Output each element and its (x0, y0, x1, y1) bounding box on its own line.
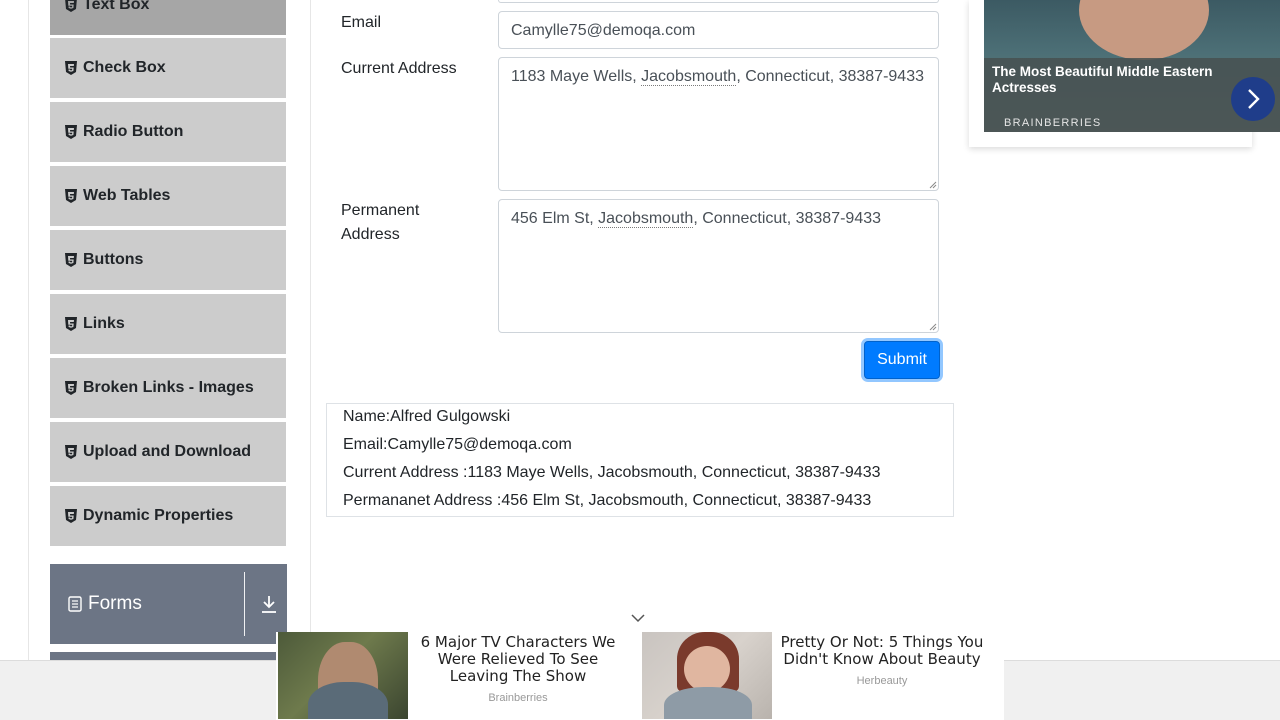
menu-item-label: Radio Button (83, 123, 184, 140)
menu-item-label: Web Tables (83, 187, 171, 204)
resize-handle-icon[interactable] (929, 181, 937, 189)
menu-item-label: Dynamic Properties (83, 507, 234, 524)
output-permanent-address: Permananet Address :456 Elm St, Jacobsmo… (343, 492, 872, 509)
bottom-ad-text-2[interactable]: Pretty Or Not: 5 Things You Didn't Know … (774, 634, 990, 668)
group-header-forms[interactable]: Forms (50, 564, 287, 644)
html5-icon (65, 445, 77, 459)
group-divider (244, 572, 245, 636)
menu-item-label: Buttons (83, 251, 144, 268)
menu-item-radio-button[interactable]: Radio Button (50, 100, 286, 162)
menu-item-dynamic-properties[interactable]: Dynamic Properties (50, 484, 286, 546)
group-label: Forms (88, 593, 142, 614)
sidebar-divider (310, 0, 311, 720)
submit-button[interactable]: Submit (864, 341, 940, 379)
bottom-ad-text-1[interactable]: 6 Major TV Characters We Were Relieved T… (410, 634, 626, 685)
bottom-ad-image-2[interactable] (642, 632, 772, 719)
html5-icon (65, 509, 77, 523)
chevron-right-icon (1248, 89, 1260, 109)
menu-item-links[interactable]: Links (50, 292, 286, 354)
bottom-ad-brand-2: Herbeauty (856, 675, 908, 687)
menu-item-label: Text Box (83, 0, 150, 13)
html5-icon (65, 189, 77, 203)
download-arrow-icon[interactable] (260, 594, 278, 614)
ad-photo-face (1079, 0, 1209, 60)
menu-item-check-box[interactable]: Check Box (50, 36, 286, 98)
output-email: Email:Camylle75@demoqa.com (343, 436, 572, 453)
html5-icon (65, 0, 77, 12)
current-address-field[interactable]: 1183 Maye Wells, Jacobsmouth, Connecticu… (498, 57, 939, 191)
current-address-text-pre: 1183 Maye Wells, (511, 68, 642, 85)
spellcheck-word: Jacobsmouth (641, 68, 737, 86)
html5-icon (65, 253, 77, 267)
page-left-border (28, 0, 29, 720)
side-ad-title[interactable]: The Most Beautiful Middle Eastern Actres… (992, 64, 1228, 96)
menu-item-web-tables[interactable]: Web Tables (50, 164, 286, 226)
side-ad-next-button[interactable] (1231, 77, 1275, 121)
email-label: Email (341, 14, 382, 31)
email-field[interactable]: Camylle75@demoqa.com (498, 11, 939, 49)
permanent-address-label: Permanent Address (341, 199, 419, 247)
menu-item-label: Links (83, 315, 125, 332)
html5-icon (65, 61, 77, 75)
menu-item-label: Broken Links - Images (83, 379, 254, 396)
current-address-label: Current Address (341, 60, 457, 77)
html5-icon (65, 125, 77, 139)
permanent-address-label-line1: Permanent (341, 202, 420, 219)
menu-item-label: Upload and Download (83, 443, 251, 460)
menu-item-buttons[interactable]: Buttons (50, 228, 286, 290)
html5-icon (65, 317, 77, 331)
menu-item-text-box[interactable]: Text Box (50, 0, 286, 35)
permanent-address-field[interactable]: 456 Elm St, Jacobsmouth, Connecticut, 38… (498, 199, 939, 333)
permanent-address-text-post: , Connecticut, 38387-9433 (693, 210, 882, 227)
full-name-field-edge[interactable] (498, 0, 939, 3)
output-current-address: Current Address :1183 Maye Wells, Jacobs… (343, 464, 881, 481)
html5-icon (65, 381, 77, 395)
resize-handle-icon[interactable] (929, 323, 937, 331)
permanent-address-text-pre: 456 Elm St, (511, 210, 599, 227)
current-address-text-post: , Connecticut, 38387-9433 (736, 68, 924, 85)
permanent-address-label-line2: Address (341, 226, 400, 243)
output-panel: Name:Alfred Gulgowski Email:Camylle75@de… (326, 403, 954, 517)
output-name: Name:Alfred Gulgowski (343, 408, 511, 425)
menu-item-label: Check Box (83, 59, 166, 76)
side-ad-source: BRAINBERRIES (1004, 117, 1102, 129)
menu-item-broken-links[interactable]: Broken Links - Images (50, 356, 286, 418)
spellcheck-word: Jacobsmouth (598, 210, 694, 228)
chevron-down-icon[interactable] (630, 612, 646, 624)
menu-item-upload-download[interactable]: Upload and Download (50, 420, 286, 482)
form-icon (68, 596, 82, 612)
bottom-ad-brand-1: Brainberries (488, 692, 548, 704)
bottom-ad-image-1[interactable] (278, 632, 408, 719)
